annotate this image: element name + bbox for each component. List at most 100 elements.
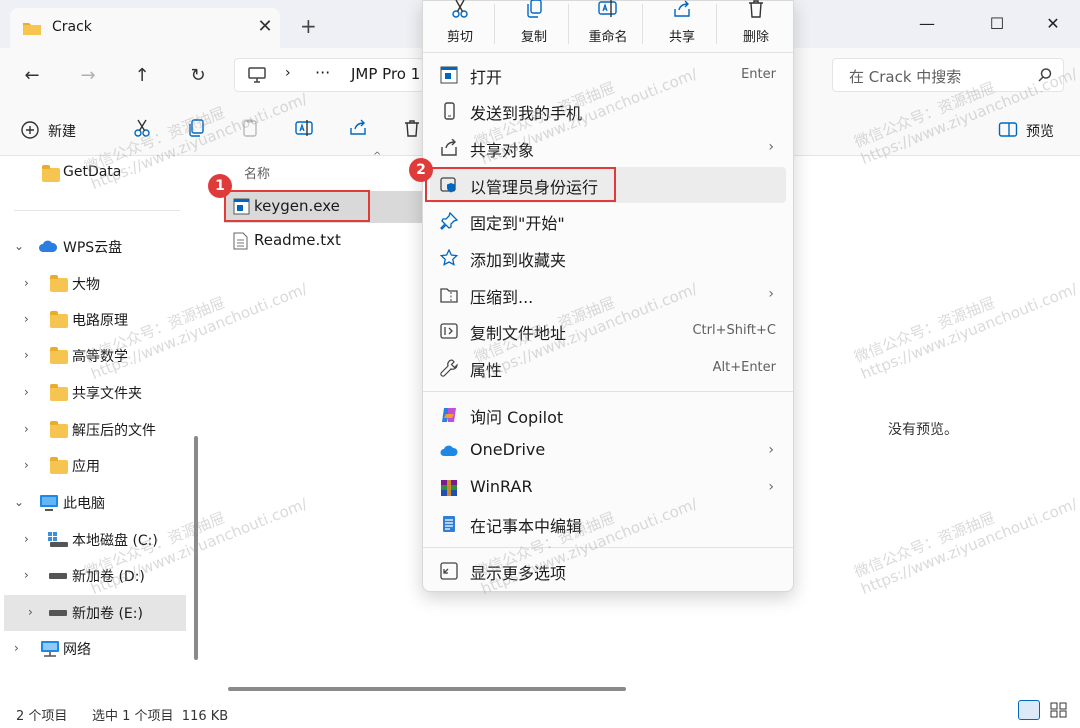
preview-button[interactable]: 预览 bbox=[1026, 121, 1054, 141]
menu-item-winrar[interactable]: WinRAR › bbox=[430, 470, 786, 506]
maximize-button[interactable]: ☐ bbox=[974, 8, 1020, 40]
file-row-readme[interactable]: Readme.txt bbox=[224, 225, 424, 257]
open-app-icon bbox=[440, 66, 458, 84]
up-arrow-icon[interactable]: ↑ bbox=[128, 62, 156, 90]
copy-path-icon bbox=[440, 322, 458, 340]
sidebar-item-getdata[interactable]: GetData bbox=[0, 156, 186, 192]
chevron-right-icon[interactable]: › bbox=[28, 605, 33, 619]
address-field[interactable]: › ··· JMP Pro 1 bbox=[234, 58, 424, 92]
file-list-scrollbar[interactable] bbox=[228, 687, 626, 691]
sidebar-item-shared-folder[interactable]: › 共享文件夹 bbox=[0, 375, 186, 411]
column-header-name[interactable]: 名称 bbox=[244, 163, 270, 182]
chevron-right-icon[interactable]: › bbox=[24, 348, 29, 362]
preview-pane-icon[interactable] bbox=[998, 121, 1018, 143]
menu-item-properties[interactable]: 属性 Alt+Enter bbox=[430, 350, 786, 386]
status-selection: 选中 1 个项目 116 KB bbox=[92, 709, 229, 724]
menu-item-ask-copilot[interactable]: 询问 Copilot bbox=[430, 397, 786, 433]
details-view-icon[interactable] bbox=[1018, 700, 1040, 720]
drive-icon bbox=[49, 610, 67, 616]
sidebar-item-wps-cloud[interactable]: ⌄ WPS云盘 bbox=[0, 229, 186, 265]
minimize-button[interactable]: — bbox=[904, 8, 950, 40]
menu-item-label: 询问 Copilot bbox=[470, 408, 564, 427]
chevron-right-icon[interactable]: › bbox=[24, 312, 29, 326]
chevron-down-icon[interactable]: ⌄ bbox=[14, 495, 24, 509]
back-arrow-icon[interactable]: ← bbox=[18, 62, 46, 90]
menu-item-show-more-options[interactable]: 显示更多选项 bbox=[430, 553, 786, 589]
tab-close-icon[interactable]: ✕ bbox=[252, 14, 278, 40]
new-icon[interactable] bbox=[20, 120, 40, 144]
zip-folder-icon bbox=[440, 286, 458, 304]
cut-icon[interactable] bbox=[132, 118, 154, 140]
chevron-down-icon[interactable]: ⌄ bbox=[14, 239, 24, 253]
menu-cut-button[interactable]: 剪切 bbox=[430, 0, 490, 48]
forward-arrow-icon[interactable]: → bbox=[74, 62, 102, 90]
sidebar-item-drive-d[interactable]: › 新加卷 (D:) bbox=[0, 558, 186, 594]
network-icon bbox=[40, 640, 60, 662]
paste-icon[interactable] bbox=[240, 118, 262, 140]
sidebar-scrollbar[interactable] bbox=[194, 436, 198, 660]
chevron-right-icon[interactable]: › bbox=[24, 422, 29, 436]
menu-item-copy-path[interactable]: 复制文件地址 Ctrl+Shift+C bbox=[430, 313, 786, 349]
scissors-icon bbox=[448, 0, 472, 20]
file-explorer-window: Crack ✕ + — ☐ ✕ ← → ↑ ↻ › ··· JMP Pro 1 … bbox=[0, 0, 1080, 728]
refresh-icon[interactable]: ↻ bbox=[184, 62, 212, 90]
new-button[interactable]: 新建 bbox=[48, 121, 76, 141]
menu-share-button[interactable]: 共享 bbox=[652, 0, 712, 48]
chevron-right-icon[interactable]: › bbox=[14, 641, 19, 655]
new-tab-button[interactable]: + bbox=[300, 16, 317, 36]
sidebar-item-label: 高等数学 bbox=[72, 349, 128, 365]
menu-separator bbox=[423, 547, 793, 548]
sidebar-item-drive-c[interactable]: › 本地磁盘 (C:) bbox=[0, 522, 186, 558]
sidebar-item-apps[interactable]: › 应用 bbox=[0, 448, 186, 484]
rename-icon[interactable] bbox=[294, 118, 316, 140]
tab-crack[interactable]: Crack ✕ bbox=[10, 8, 280, 48]
windows-drive-icon bbox=[48, 532, 68, 552]
menu-item-add-favorites[interactable]: 添加到收藏夹 bbox=[430, 240, 786, 276]
sidebar-item-label: 新加卷 (D:) bbox=[72, 569, 145, 585]
menu-item-compress[interactable]: 压缩到... › bbox=[430, 277, 786, 313]
menu-rename-button[interactable]: 重命名 bbox=[578, 0, 638, 48]
menu-item-label: 显示更多选项 bbox=[470, 564, 567, 583]
menu-item-send-to-phone[interactable]: 发送到我的手机 bbox=[430, 93, 786, 129]
chevron-right-icon[interactable]: › bbox=[24, 458, 29, 472]
breadcrumb-more[interactable]: ··· bbox=[315, 63, 330, 82]
sidebar-item-math[interactable]: › 高等数学 bbox=[0, 338, 186, 374]
sidebar-divider bbox=[14, 210, 180, 211]
file-name: Readme.txt bbox=[254, 231, 341, 249]
chevron-right-icon[interactable]: › bbox=[24, 568, 29, 582]
tiles-view-icon[interactable] bbox=[1048, 700, 1070, 720]
sidebar-item-network[interactable]: › 网络 bbox=[0, 631, 186, 667]
chevron-right-icon[interactable]: › bbox=[24, 276, 29, 290]
copy-icon bbox=[522, 0, 546, 20]
sidebar-item-extracted[interactable]: › 解压后的文件 bbox=[0, 412, 186, 448]
chevron-right-icon[interactable]: › bbox=[24, 385, 29, 399]
menu-item-share-with[interactable]: 共享对象 › bbox=[430, 130, 786, 166]
copy-icon[interactable] bbox=[186, 118, 208, 140]
share-icon[interactable] bbox=[348, 118, 370, 140]
menu-rename-label: 重命名 bbox=[588, 30, 628, 45]
menu-item-open[interactable]: 打开 Enter bbox=[430, 57, 786, 93]
chevron-right-icon: › bbox=[768, 442, 774, 458]
folder-icon bbox=[42, 165, 60, 182]
winrar-icon bbox=[440, 479, 458, 497]
chevron-right-icon[interactable]: › bbox=[24, 532, 29, 546]
search-input[interactable]: 在 Crack 中搜索 bbox=[832, 58, 1064, 92]
breadcrumb-current[interactable]: JMP Pro 1 bbox=[351, 65, 420, 83]
delete-icon[interactable] bbox=[402, 118, 424, 140]
close-button[interactable]: ✕ bbox=[1030, 8, 1076, 40]
sidebar-item-drive-e[interactable]: › 新加卷 (E:) bbox=[4, 595, 186, 631]
star-icon bbox=[439, 248, 459, 267]
sidebar-item-dawu[interactable]: › 大物 bbox=[0, 266, 186, 302]
annotation-badge-1: 1 bbox=[208, 174, 232, 198]
menu-copy-button[interactable]: 复制 bbox=[504, 0, 564, 48]
folder-icon bbox=[50, 421, 68, 438]
annotation-box-keygen bbox=[224, 190, 370, 222]
menu-delete-button[interactable]: 删除 bbox=[726, 0, 786, 48]
menu-item-label: 打开 bbox=[470, 68, 503, 87]
menu-item-onedrive[interactable]: OneDrive › bbox=[430, 433, 786, 469]
sidebar-item-this-pc[interactable]: ⌄ 此电脑 bbox=[0, 485, 186, 521]
sidebar-item-circuits[interactable]: › 电路原理 bbox=[0, 302, 186, 338]
menu-item-edit-notepad[interactable]: 在记事本中编辑 bbox=[430, 506, 786, 542]
rename-icon bbox=[596, 0, 620, 20]
menu-item-pin-to-start[interactable]: 固定到"开始" bbox=[430, 203, 786, 239]
